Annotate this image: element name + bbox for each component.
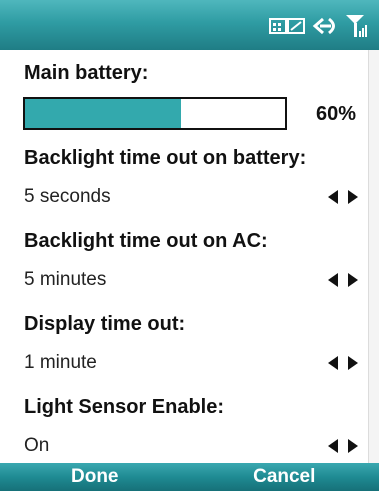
power-settings-panel: Main battery: 60% Backlight time out on … [0, 50, 368, 463]
light-sensor-value[interactable]: On [24, 435, 49, 457]
display-timeout-label: Display time out: [24, 313, 186, 335]
done-softkey[interactable]: Done [0, 463, 190, 491]
right-arrow-icon[interactable] [348, 439, 358, 453]
backlight-battery-label: Backlight time out on battery: [24, 147, 307, 169]
backlight-battery-arrows [328, 190, 358, 204]
backlight-battery-value[interactable]: 5 seconds [24, 186, 111, 208]
backlight-ac-label: Backlight time out on AC: [24, 230, 268, 252]
left-arrow-icon[interactable] [328, 439, 338, 453]
connectivity-icon[interactable] [311, 15, 341, 37]
left-arrow-icon[interactable] [328, 273, 338, 287]
left-arrow-icon[interactable] [328, 190, 338, 204]
right-arrow-icon[interactable] [348, 273, 358, 287]
main-battery-percent: 60% [315, 103, 356, 125]
title-bar [0, 0, 379, 50]
battery-signal-icon[interactable] [269, 15, 307, 37]
right-arrow-icon[interactable] [348, 356, 358, 370]
status-icons [269, 12, 369, 40]
light-sensor-arrows [328, 439, 358, 453]
main-battery-label: Main battery: [24, 62, 149, 84]
display-timeout-arrows [328, 356, 358, 370]
softkey-bar: Done Cancel [0, 463, 379, 491]
right-arrow-icon[interactable] [348, 190, 358, 204]
backlight-ac-value[interactable]: 5 minutes [24, 269, 106, 291]
light-sensor-label: Light Sensor Enable: [24, 396, 225, 418]
signal-strength-icon[interactable] [345, 13, 369, 39]
main-battery-fill [25, 99, 181, 128]
display-timeout-value[interactable]: 1 minute [24, 352, 97, 374]
cancel-softkey[interactable]: Cancel [190, 463, 379, 491]
scrollbar[interactable] [368, 50, 379, 463]
main-battery-bar [23, 97, 287, 130]
left-arrow-icon[interactable] [328, 356, 338, 370]
backlight-ac-arrows [328, 273, 358, 287]
